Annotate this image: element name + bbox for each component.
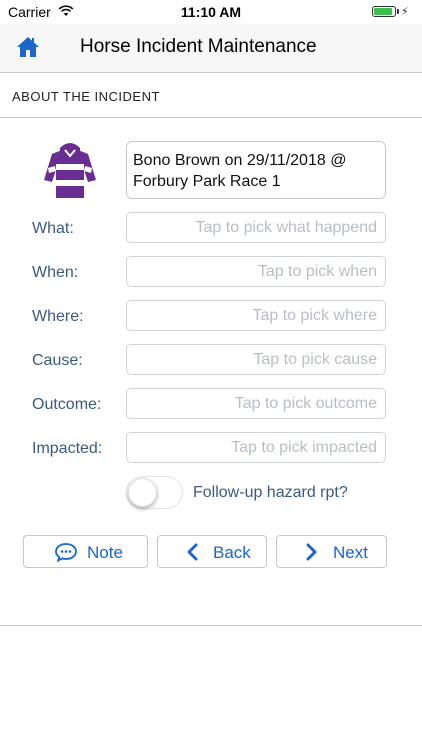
back-button-label: Back bbox=[213, 543, 251, 562]
status-bar: Carrier 11:10 AM ⚡ bbox=[0, 0, 422, 24]
page-title: Horse Incident Maintenance bbox=[80, 36, 317, 57]
where-picker[interactable]: Tap to pick where bbox=[126, 300, 386, 331]
jockey-silks-icon bbox=[44, 143, 96, 198]
chevron-left-icon bbox=[187, 543, 198, 561]
navigation-bar: Horse Incident Maintenance bbox=[0, 24, 422, 73]
clock: 11:10 AM bbox=[180, 4, 242, 20]
home-icon[interactable] bbox=[16, 36, 40, 58]
cause-label: Cause: bbox=[32, 352, 83, 369]
incident-summary: Bono Brown on 29/11/2018 @ Forbury Park … bbox=[126, 141, 386, 199]
outcome-picker[interactable]: Tap to pick outcome bbox=[126, 388, 386, 419]
note-button[interactable]: Note bbox=[23, 535, 148, 568]
back-button[interactable]: Back bbox=[157, 535, 267, 568]
impacted-picker[interactable]: Tap to pick impacted bbox=[126, 432, 386, 463]
toggle-knob bbox=[128, 478, 157, 507]
section-title: ABOUT THE INCIDENT bbox=[12, 89, 160, 104]
followup-hazard-toggle[interactable] bbox=[126, 476, 183, 509]
bottom-divider bbox=[0, 625, 422, 626]
next-button-label: Next bbox=[333, 543, 368, 562]
impacted-label: Impacted: bbox=[32, 440, 103, 457]
cause-picker[interactable]: Tap to pick cause bbox=[126, 344, 386, 375]
next-button[interactable]: Next bbox=[276, 535, 387, 568]
note-button-label: Note bbox=[87, 543, 123, 562]
chevron-right-icon bbox=[306, 543, 317, 561]
followup-hazard-label: Follow-up hazard rpt? bbox=[193, 484, 348, 501]
when-picker[interactable]: Tap to pick when bbox=[126, 256, 386, 287]
when-label: When: bbox=[32, 264, 79, 281]
speech-bubble-icon bbox=[55, 543, 77, 562]
what-picker[interactable]: Tap to pick what happend bbox=[126, 212, 386, 243]
where-label: Where: bbox=[32, 308, 84, 325]
outcome-label: Outcome: bbox=[32, 396, 102, 413]
battery-charging-icon: ⚡ bbox=[372, 6, 412, 18]
section-header: ABOUT THE INCIDENT bbox=[0, 73, 422, 118]
what-label: What: bbox=[32, 220, 74, 237]
